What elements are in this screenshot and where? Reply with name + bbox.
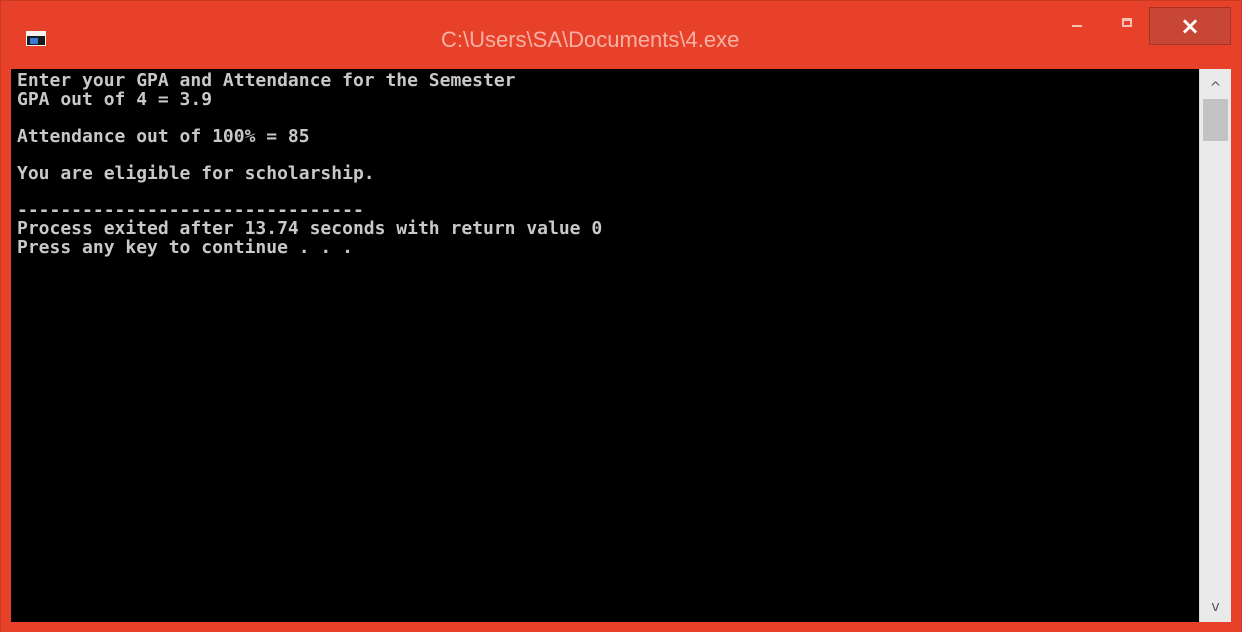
console-window: C:\Users\SA\Documents\4.exe × Enter your… bbox=[0, 0, 1242, 632]
console-line-7 bbox=[17, 183, 1199, 202]
vertical-scrollbar[interactable]: ^ v bbox=[1199, 69, 1231, 622]
console-line-6: You are eligible for scholarship. bbox=[17, 162, 375, 184]
console-line-1: Enter your GPA and Attendance for the Se… bbox=[17, 70, 516, 91]
minimize-icon bbox=[1072, 25, 1082, 27]
title-bar[interactable]: C:\Users\SA\Documents\4.exe × bbox=[1, 1, 1241, 69]
window-bottom-border bbox=[1, 622, 1241, 632]
console-app-icon[interactable] bbox=[26, 31, 46, 46]
maximize-button[interactable] bbox=[1113, 7, 1143, 43]
maximize-icon bbox=[1122, 18, 1132, 27]
console-line-5 bbox=[17, 146, 1199, 165]
console-line-4: Attendance out of 100% = 85 bbox=[17, 125, 310, 147]
scroll-down-button[interactable]: v bbox=[1200, 592, 1231, 622]
chevron-up-icon: ^ bbox=[1209, 80, 1222, 96]
minimize-button[interactable] bbox=[1063, 7, 1093, 43]
console-output[interactable]: Enter your GPA and Attendance for the Se… bbox=[11, 69, 1199, 622]
close-icon: × bbox=[1179, 12, 1201, 40]
window-title: C:\Users\SA\Documents\4.exe bbox=[441, 27, 740, 52]
console-line-10: Press any key to continue . . . bbox=[17, 236, 353, 258]
scroll-thumb[interactable] bbox=[1203, 99, 1228, 141]
close-button[interactable]: × bbox=[1149, 7, 1231, 45]
console-line-3 bbox=[17, 109, 1199, 128]
console-line-9: Process exited after 13.74 seconds with … bbox=[17, 218, 603, 239]
console-text: Enter your GPA and Attendance for the Se… bbox=[11, 69, 1199, 257]
icon-fill bbox=[30, 38, 38, 44]
icon-bar bbox=[27, 32, 45, 36]
chevron-down-icon: v bbox=[1211, 599, 1220, 615]
console-line-2: GPA out of 4 = 3.9 bbox=[17, 88, 213, 110]
